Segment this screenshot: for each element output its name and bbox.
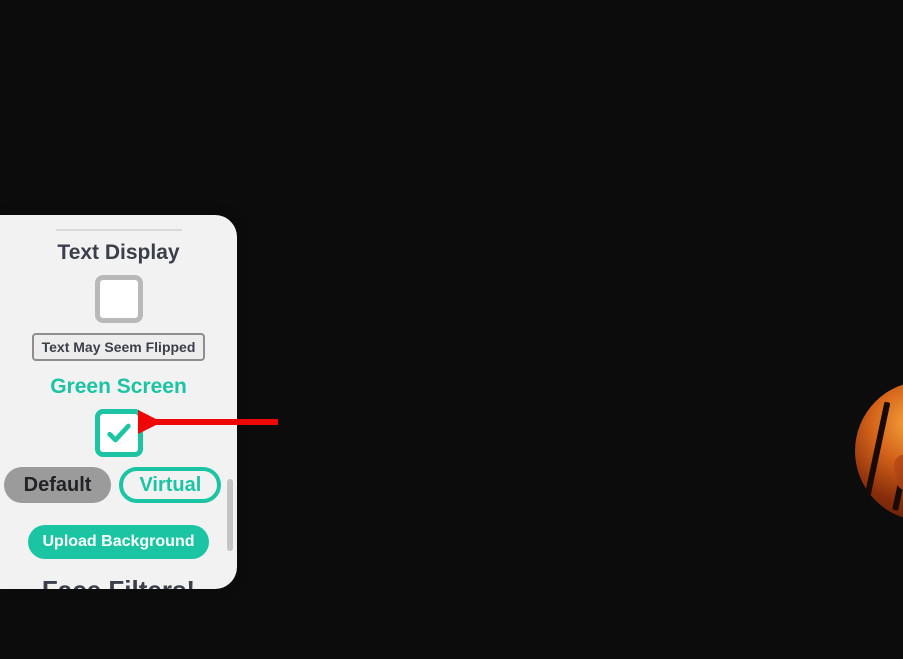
partial-toggle-above[interactable] (81, 215, 157, 217)
green-screen-title: Green Screen (0, 375, 237, 399)
mode-default-button[interactable]: Default (4, 467, 112, 503)
flipped-text-warning: Text May Seem Flipped (32, 333, 206, 361)
text-display-title: Text Display (0, 241, 237, 265)
text-display-checkbox[interactable] (95, 275, 143, 323)
settings-panel-inner: Text Display Text May Seem Flipped Green… (0, 215, 237, 589)
panel-scrollbar[interactable] (227, 479, 233, 551)
mode-virtual-button[interactable]: Virtual (119, 467, 221, 503)
section-divider (56, 229, 182, 231)
green-screen-mode-toggle: Default Virtual (0, 467, 237, 503)
upload-background-button[interactable]: Upload Background (28, 525, 208, 559)
settings-panel: Text Display Text May Seem Flipped Green… (0, 215, 237, 589)
face-filters-title: Face Filters! (0, 575, 237, 589)
video-circle-thumbnail[interactable] (855, 381, 903, 521)
green-screen-checkbox[interactable] (95, 409, 143, 457)
check-icon (105, 419, 133, 447)
